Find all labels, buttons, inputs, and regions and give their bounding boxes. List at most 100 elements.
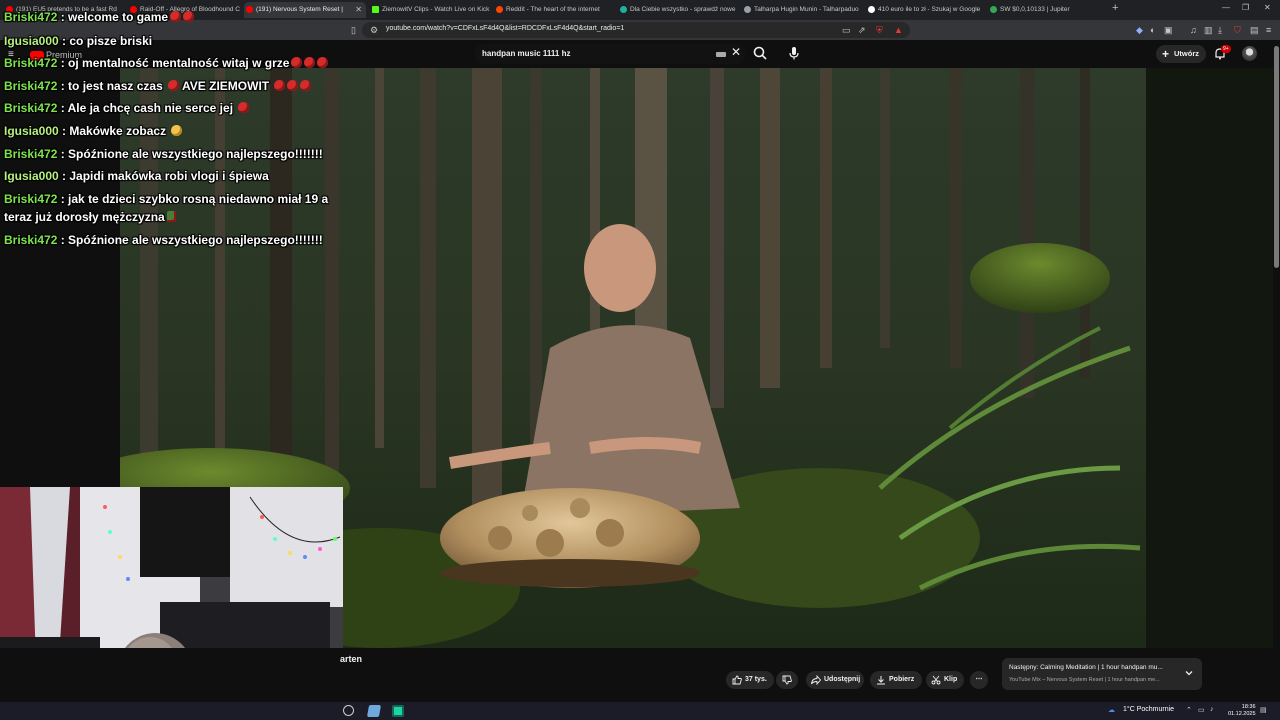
chevron-up-icon[interactable]: ⌃ (1186, 706, 1192, 714)
downloads-icon[interactable]: ⤓ (1218, 24, 1222, 36)
thumbs-down-icon (782, 675, 792, 685)
system-clock[interactable]: 18:36 01.12.2025 (1228, 704, 1256, 718)
minimize-icon[interactable]: — (1222, 3, 1230, 12)
google-favicon-icon (868, 6, 875, 13)
devil-emote-icon (274, 80, 286, 91)
tab-label: ZiemowitV Clips - Watch Live on Kick (382, 6, 490, 13)
avatar[interactable] (1242, 46, 1257, 61)
dislike-button[interactable] (776, 671, 798, 689)
plus-icon: + (1162, 47, 1170, 61)
tab-label: Talharpa Hugin Munin - Talharpaduo (754, 6, 859, 13)
chat-username: Briski472 (4, 56, 58, 70)
cat-emote-icon (171, 125, 183, 136)
chat-text: Spóźnione ale wszystkiego najlepszego!!!… (68, 233, 323, 247)
devil-emote-icon (168, 80, 180, 91)
close-window-icon[interactable]: ✕ (1264, 3, 1271, 12)
microphone-icon[interactable] (786, 45, 802, 61)
keyboard-icon[interactable] (716, 52, 726, 57)
windows-taskbar: ☁ 1°C Pochmurnie ⌃ ▭ ♪ 18:36 01.12.2025 … (0, 702, 1280, 720)
chat-message: Igusia000 : Makówke zobacz (4, 122, 334, 140)
app-icon[interactable] (366, 705, 382, 717)
clear-search-icon[interactable]: ✕ (731, 45, 741, 59)
chat-username: Briski472 (4, 233, 58, 247)
cast-icon[interactable]: ▭ (842, 24, 851, 36)
more-actions-button[interactable]: ⋯ (970, 671, 988, 689)
page-scrollbar[interactable] (1273, 40, 1280, 680)
tab-7[interactable]: 410 euro ile to zł - Szukaj w Google (866, 2, 984, 18)
brave-shield-icon[interactable]: ⛨ (876, 24, 883, 36)
chat-text: Spóźnione ale wszystkiego najlepszego!!!… (68, 147, 323, 161)
chat-text: welcome to game (68, 10, 169, 24)
site-info-icon[interactable]: ⚙ (370, 24, 378, 36)
thumbs-up-icon (732, 675, 742, 685)
tab-6[interactable]: Talharpa Hugin Munin - Talharpaduo (742, 2, 862, 18)
chat-message: Briski472 : Spóźnione ale wszystkiego na… (4, 147, 323, 161)
like-button[interactable]: 37 tys. (726, 671, 774, 689)
download-button[interactable]: Pobierz (870, 671, 922, 689)
close-tab-icon[interactable]: ✕ (355, 2, 362, 18)
vpn-icon[interactable]: ⛉ (1234, 24, 1241, 36)
settings-icon[interactable] (343, 705, 354, 716)
site-favicon-icon (744, 6, 751, 13)
devil-emote-icon (287, 80, 299, 91)
network-icon[interactable]: ▭ (1198, 706, 1205, 714)
devil-emote-icon (170, 11, 182, 22)
chat-username: Briski472 (4, 147, 58, 161)
chat-username: Igusia000 (4, 124, 59, 138)
chat-text: AVE ZIEMOWIT (182, 79, 270, 93)
chat-message: Igusia000 : co pisze briski (4, 34, 153, 48)
devil-emote-icon (183, 11, 195, 22)
chat-text: Ale ja chcę cash nie serce jej (67, 101, 234, 115)
video-side-dark-area (1146, 68, 1280, 648)
site-favicon-icon (990, 6, 997, 13)
tab-4[interactable]: Reddit - The heart of the internet (494, 2, 614, 18)
menu-icon[interactable]: ≡ (1266, 24, 1271, 36)
restore-icon[interactable]: ❐ (1242, 3, 1249, 12)
scrollbar-thumb[interactable] (1274, 46, 1279, 268)
chat-message: Briski472 : oj mentalność mentalność wit… (4, 54, 334, 72)
reddit-favicon-icon (496, 6, 503, 13)
share-button[interactable]: Udostępnij (806, 671, 864, 689)
rewards-icon[interactable]: ▲ (894, 24, 903, 36)
clock-date: 01.12.2025 (1228, 711, 1256, 717)
chat-text: Makówke zobacz (69, 124, 167, 138)
tab-3[interactable]: ZiemowitV Clips - Watch Live on Kick (370, 2, 490, 18)
address-bar[interactable]: ⚙ youtube.com/watch?v=CDFxLsF4d4Q&list=R… (362, 22, 910, 38)
wallet-icon[interactable]: ▤ (1250, 24, 1259, 36)
extension-icon[interactable]: ◐ (1150, 24, 1155, 36)
chat-message: Briski472 : Ale ja chcę cash nie serce j… (4, 99, 334, 117)
extension-icon[interactable]: ▣ (1164, 24, 1173, 36)
up-next-card[interactable]: Następny: Calming Meditation | 1 hour ha… (1002, 658, 1202, 690)
chat-username: Igusia000 (4, 169, 59, 183)
chat-overlay: Briski472 : welcome to game Igusia000 : … (0, 8, 336, 253)
tab-8[interactable]: SW $0,0,10133 | Jupiter (988, 2, 1108, 18)
create-label: Utwórz (1174, 49, 1199, 58)
devil-emote-icon (300, 80, 312, 91)
flag-emote-icon (166, 211, 176, 222)
chat-message: Briski472 : jak te dzieci szybko rosną n… (4, 192, 329, 224)
devil-emote-icon (317, 57, 329, 68)
create-button[interactable]: + Utwórz (1156, 45, 1206, 63)
weather-icon: ☁ (1108, 707, 1115, 714)
music-icon[interactable]: ♫ (1190, 24, 1197, 36)
chat-text: oj mentalność mentalność witaj w grze (68, 56, 290, 70)
tab-5[interactable]: Dla Ciebie wszystko - sprawdź nowe (618, 2, 738, 18)
notifications-icon[interactable]: ▤ (1260, 706, 1267, 714)
sidebar-icon[interactable]: ▥ (1204, 24, 1213, 36)
chat-message: Igusia000 : Japidi makówka robi vlogi i … (4, 169, 269, 183)
chevron-down-icon[interactable] (1184, 668, 1194, 678)
search-query: handpan music 1111 hz (482, 49, 571, 58)
bookmark-icon[interactable]: ▯ (351, 24, 356, 36)
search-icon[interactable] (752, 45, 768, 61)
clip-button[interactable]: Klip (926, 671, 964, 689)
active-app-icon[interactable] (392, 705, 404, 717)
chat-username: Igusia000 (4, 34, 59, 48)
volume-icon[interactable]: ♪ (1210, 706, 1214, 713)
extension-icon[interactable]: ◆ (1136, 24, 1143, 36)
scissors-icon (931, 675, 941, 685)
chat-text: Japidi makówka robi vlogi i śpiewa (69, 169, 269, 183)
share-page-icon[interactable]: ⇗ (858, 24, 866, 36)
up-next-subtitle: YouTube Mix – Nervous System Reset | 1 h… (1009, 677, 1160, 683)
new-tab-button[interactable]: + (1112, 2, 1118, 14)
search-input[interactable]: handpan music 1111 hz ✕ (474, 44, 746, 64)
